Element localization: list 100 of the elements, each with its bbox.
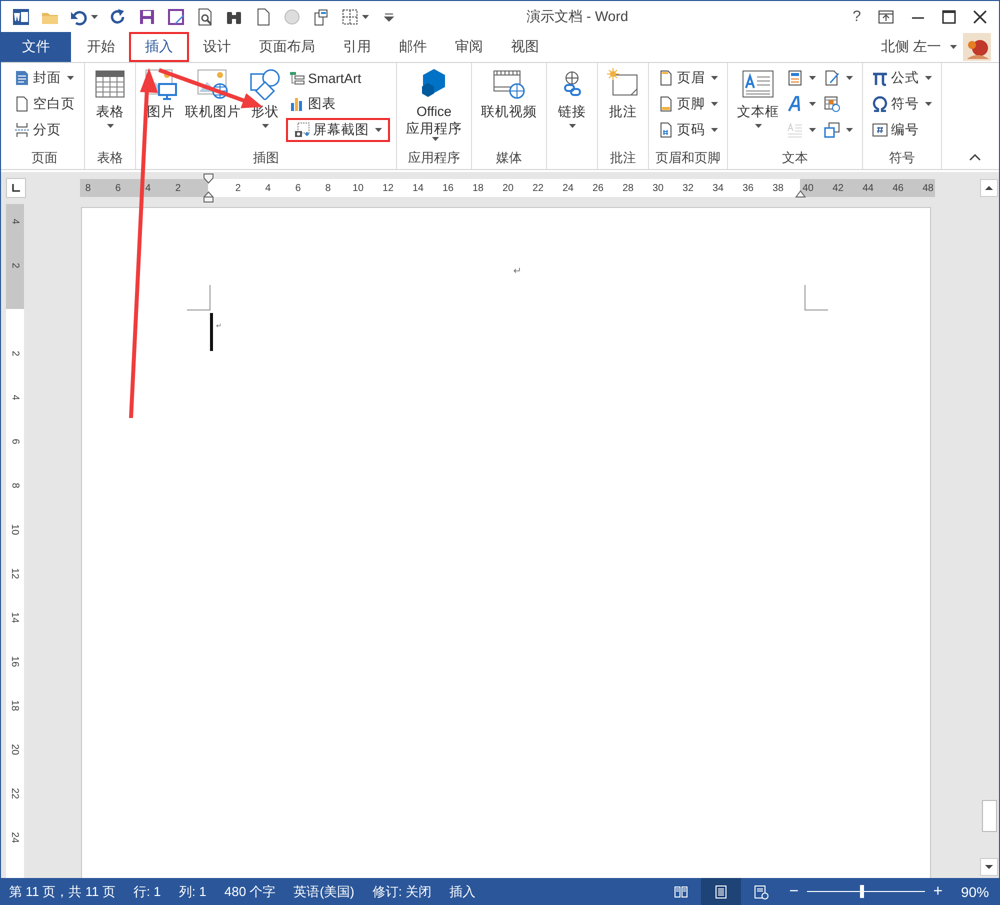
status-text: 英语(美国) (294, 882, 354, 900)
ribbon-button[interactable]: 图表 (286, 92, 390, 116)
ribbon-button[interactable]: 符号 (869, 92, 935, 116)
status-text: 修订: 关闭 (372, 882, 432, 900)
ruler-number: 18 (472, 182, 484, 194)
web-layout-icon (752, 884, 769, 900)
ruler-number: 12 (382, 182, 394, 194)
quick-parts-icon (787, 70, 803, 86)
tab-selector[interactable] (6, 178, 26, 198)
scroll-thumb[interactable] (982, 800, 996, 832)
ribbon-button[interactable]: 文本框 (734, 66, 782, 134)
text-box-icon (742, 68, 774, 100)
chart-icon (289, 96, 305, 112)
caret-icon[interactable] (91, 14, 98, 18)
status-text: 列: 1 (178, 882, 206, 900)
ruler-number: 22 (10, 787, 20, 799)
status-text: 第 11 页，共 11 页 (9, 882, 116, 900)
ribbon-tab[interactable]: 设计 (189, 32, 245, 62)
ribbon-tab[interactable]: 审阅 (441, 32, 497, 62)
blank-page-icon (14, 96, 30, 112)
ruler-number: 34 (712, 182, 724, 194)
right-indent-icon[interactable] (795, 190, 806, 198)
ruler-number: 4 (10, 218, 20, 224)
ribbon-display-icon[interactable] (878, 10, 894, 24)
ruler-number: 4 (265, 182, 271, 194)
ribbon-tab[interactable]: 邮件 (385, 32, 441, 62)
account-button[interactable]: 北侧 左一 (881, 32, 963, 62)
group-label: 文本 (782, 149, 808, 167)
zoom-in-button[interactable]: + (930, 882, 945, 900)
ribbon-tab[interactable]: 视图 (497, 32, 553, 62)
print-preview-icon[interactable] (196, 8, 214, 26)
ribbon-button[interactable]: SmartArt (286, 66, 390, 90)
ribbon-button[interactable]: 空白页 (11, 92, 78, 116)
caret-icon[interactable] (362, 14, 369, 18)
group-label: 插图 (253, 149, 279, 167)
ribbon-button[interactable]: 编号 (869, 118, 935, 142)
wordart-icon (787, 96, 803, 112)
app-store-button[interactable]: Office 应用程序 (403, 66, 465, 143)
ribbon-button[interactable]: 分页 (11, 118, 78, 142)
ruler-number: 2 (235, 182, 241, 194)
ribbon-button[interactable]: 批注 (604, 66, 642, 122)
group-label: 页眉和页脚 (656, 149, 720, 167)
ruler-number: 14 (412, 182, 424, 194)
ribbon-tab[interactable]: 页面布局 (245, 32, 329, 62)
status-text: 插入 (450, 882, 476, 900)
video-icon (493, 68, 525, 100)
ribbon-button[interactable]: 页码 (655, 118, 721, 142)
slider-thumb[interactable] (860, 885, 864, 898)
ribbon-button[interactable]: 屏幕截图 (286, 118, 390, 142)
screenshot-icon (294, 122, 310, 138)
redo-icon[interactable] (109, 8, 127, 26)
ribbon-tab[interactable]: 引用 (329, 32, 385, 62)
ruler-number: 24 (562, 182, 574, 194)
clipboard-icon[interactable] (312, 8, 330, 26)
collapse-ribbon-icon[interactable] (969, 153, 981, 161)
zoom-out-button[interactable]: − (786, 882, 801, 900)
table-icon (94, 68, 126, 100)
shapes-icon (249, 68, 281, 100)
drop-cap-icon (787, 122, 803, 138)
file-tab[interactable]: 文件 (1, 32, 71, 62)
scroll-down-icon[interactable] (980, 858, 998, 876)
ruler-number: 16 (442, 182, 454, 194)
ribbon-tab[interactable]: 插入 (129, 32, 189, 62)
save-as-icon[interactable] (167, 8, 185, 26)
ribbon-button[interactable]: 封面 (11, 66, 78, 90)
text-cursor (210, 313, 213, 351)
ribbon-button[interactable]: 页眉 (655, 66, 721, 90)
ruler-number: 2 (175, 182, 181, 194)
print-layout-icon (712, 884, 729, 900)
ribbon-button[interactable]: 链接 (553, 66, 591, 134)
word-logo-icon[interactable] (12, 8, 30, 26)
indent-marker-icon[interactable] (203, 173, 214, 203)
grid-icon[interactable] (341, 8, 359, 26)
maximize-icon[interactable] (942, 10, 956, 24)
ribbon-button[interactable]: 表格 (91, 66, 129, 134)
ruler-number: 20 (10, 743, 20, 755)
avatar[interactable] (963, 33, 991, 61)
footer-icon (658, 96, 674, 112)
view-button[interactable] (700, 878, 741, 905)
scroll-up-icon[interactable] (980, 179, 998, 197)
help-button[interactable]: ? (852, 8, 861, 25)
crop-mark-icon (187, 285, 211, 311)
page-number-icon (658, 122, 674, 138)
ruler-number: 2 (10, 262, 20, 268)
ribbon-tab[interactable]: 开始 (73, 32, 129, 62)
ruler-number: 24 (10, 831, 20, 843)
ruler-number: 30 (652, 182, 664, 194)
ribbon-button[interactable]: 页脚 (655, 92, 721, 116)
ruler-number: 36 (742, 182, 754, 194)
ruler-number: 44 (862, 182, 874, 194)
save-icon[interactable] (138, 8, 156, 26)
close-icon[interactable] (973, 10, 987, 24)
group-label: 表格 (97, 149, 123, 167)
smartart-icon (289, 70, 305, 86)
group-label: 媒体 (496, 149, 522, 167)
numbering-icon (872, 122, 888, 138)
status-text: 行: 1 (133, 882, 161, 900)
ribbon-button[interactable]: 公式 (869, 66, 935, 90)
group-label: 页面 (32, 149, 58, 167)
ribbon-button[interactable]: 联机视频 (478, 66, 540, 122)
